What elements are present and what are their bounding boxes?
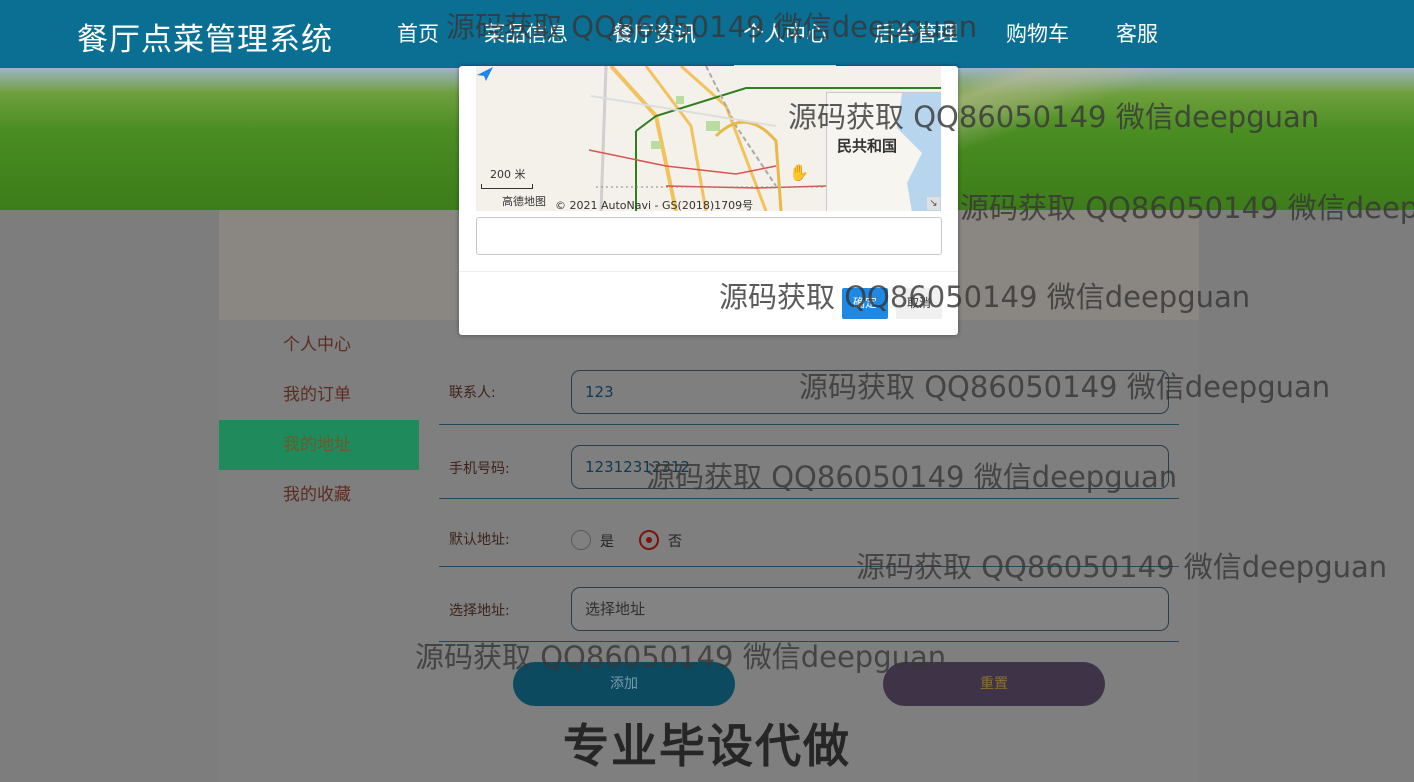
map-copyright: © 2021 AutoNavi - GS(2018)1709号 — [555, 199, 754, 211]
sidebar-item-personal-center[interactable]: 个人中心 — [219, 320, 419, 370]
nav-dishes[interactable]: 菜品信息 — [484, 18, 568, 48]
sidebar-item-address[interactable]: 我的地址 — [219, 420, 419, 470]
reset-button[interactable]: 重置 — [883, 662, 1105, 706]
nav-service[interactable]: 客服 — [1116, 18, 1158, 48]
map-logo-icon — [477, 67, 493, 81]
phone-label: 手机号码: — [449, 461, 510, 477]
site-brand[interactable]: 餐厅点菜管理系统 — [77, 14, 333, 59]
map-search-input[interactable] — [476, 217, 942, 255]
nav-home[interactable]: 首页 — [397, 18, 439, 48]
select-address-input[interactable]: 选择地址 — [571, 587, 1169, 631]
map-picker-dialog: 民共和国 ↘ ✋ 200 米 高德地图 © 2021 AutoNavi - GS… — [459, 66, 958, 335]
contact-input[interactable]: 123 — [571, 370, 1169, 414]
add-button[interactable]: 添加 — [513, 662, 735, 706]
nav-personal-center[interactable]: 个人中心 — [734, 18, 836, 68]
divider — [439, 498, 1179, 499]
overview-map-label: 民共和国 — [837, 137, 898, 155]
phone-input[interactable]: 12312312312 — [571, 445, 1169, 489]
default-no-label: 否 — [668, 534, 682, 550]
confirm-button[interactable]: 确定 — [842, 288, 888, 319]
contact-label: 联系人: — [449, 385, 496, 401]
hand-cursor-icon: ✋ — [789, 163, 809, 182]
sidebar-item-orders[interactable]: 我的订单 — [219, 370, 419, 420]
default-yes-radio[interactable] — [571, 530, 591, 550]
nav-cart[interactable]: 购物车 — [1006, 18, 1069, 48]
default-yes-label: 是 — [600, 534, 614, 550]
map-logo-text: 高德地图 — [502, 195, 546, 208]
nav-news[interactable]: 餐厅资讯 — [612, 18, 696, 48]
map-scale-bar — [481, 184, 533, 189]
sidebar-item-favorites[interactable]: 我的收藏 — [219, 470, 419, 520]
map-view[interactable]: 民共和国 ↘ ✋ 200 米 高德地图 © 2021 AutoNavi - GS… — [476, 66, 941, 211]
default-address-label: 默认地址: — [449, 532, 510, 548]
divider — [439, 641, 1179, 642]
divider — [439, 424, 1179, 425]
top-navbar: 餐厅点菜管理系统 首页 菜品信息 餐厅资讯 个人中心 后台管理 购物车 客服 — [0, 0, 1414, 68]
divider — [439, 566, 1179, 567]
select-address-label: 选择地址: — [449, 603, 510, 619]
overview-map[interactable]: 民共和国 ↘ — [826, 92, 941, 211]
promo-overlay-text: 专业毕设代做 — [563, 719, 851, 773]
nav-admin[interactable]: 后台管理 — [874, 18, 958, 48]
map-scale-label: 200 米 — [490, 168, 526, 181]
dialog-divider — [459, 271, 958, 272]
cancel-button[interactable]: 取消 — [896, 288, 942, 319]
default-no-radio[interactable] — [639, 530, 659, 550]
expand-icon[interactable]: ↘ — [927, 197, 940, 210]
